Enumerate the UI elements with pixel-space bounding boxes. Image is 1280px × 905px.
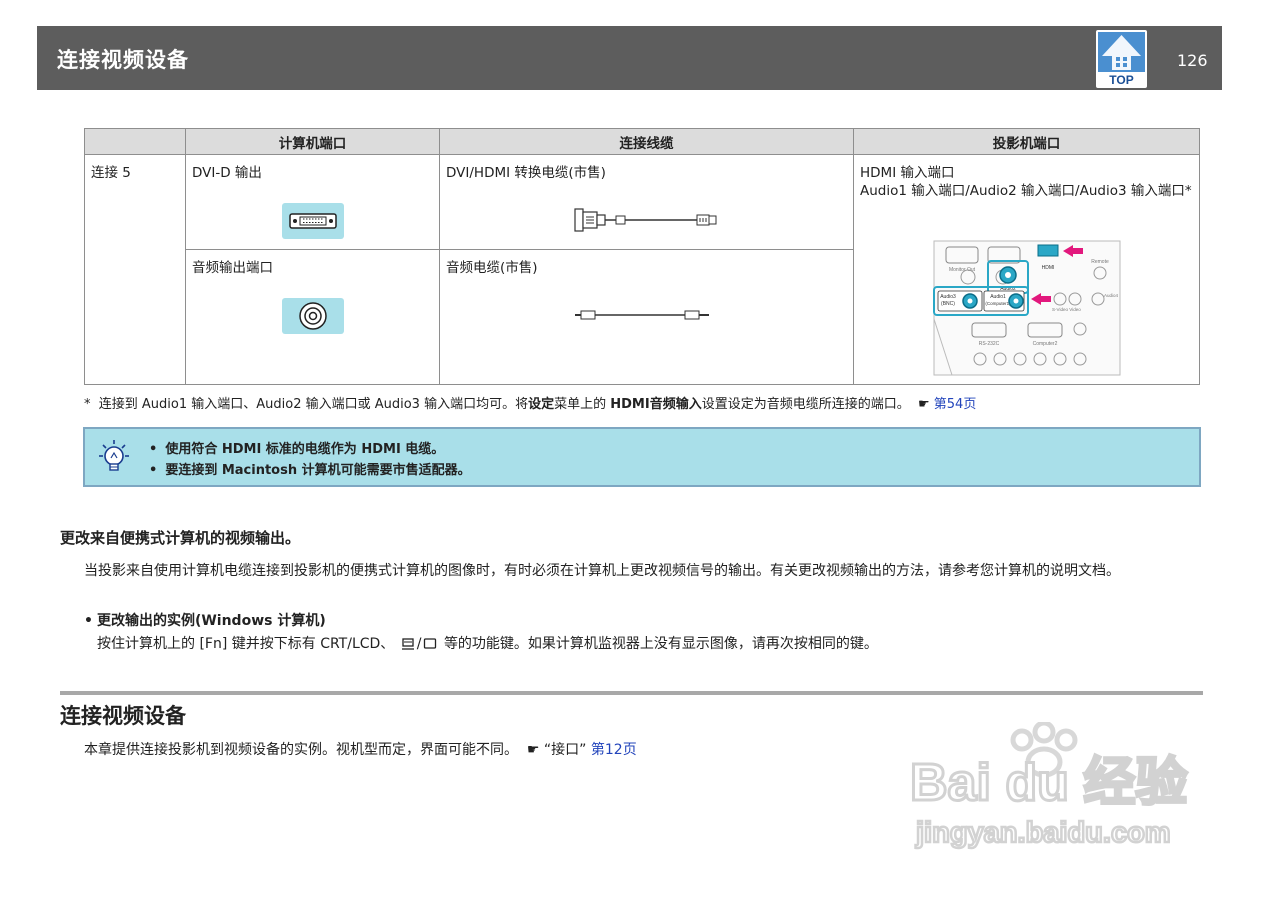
- pointer-icon: ☛: [917, 397, 930, 412]
- header-bar: 连接视频设备 TOP 126: [37, 26, 1222, 90]
- laptop-key-icon: [401, 638, 414, 650]
- tip-list: 使用符合 HDMI 标准的电缆作为 HDMI 电缆。 要连接到 Macintos…: [149, 438, 471, 480]
- monitor-key-icon: [424, 638, 437, 649]
- cable-dvi-hdmi-label: DVI/HDMI 转换电缆(市售): [446, 165, 606, 181]
- projector-audio-label: Audio1 输入端口/Audio2 输入端口/Audio3 输入端口*: [860, 183, 1192, 199]
- page-link[interactable]: 第12页: [591, 742, 637, 758]
- table-header: 计算机端口: [185, 128, 440, 155]
- panel-monitor-out-label: Monitor Out: [949, 267, 976, 273]
- panel-bnc-label: (BNC): [941, 301, 955, 307]
- chapter-intro: 本章提供连接投影机到视频设备的实例。视机型而定，界面可能不同。 ☛ “接口” 第…: [84, 739, 637, 759]
- bullet-title: 更改输出的实例(Windows 计算机): [84, 610, 326, 630]
- panel-computer2-label: Computer2: [1033, 341, 1058, 347]
- audio-cable-cell: 音频电缆(市售): [439, 249, 854, 385]
- panel-rs232c-label: RS-232C: [979, 341, 1000, 347]
- panel-audio4-label: Audio4: [1104, 293, 1119, 298]
- chapter-ref: “接口”: [543, 742, 587, 758]
- lightbulb-tip-icon: [99, 440, 129, 471]
- audio-cable-icon: [575, 310, 709, 320]
- page-link[interactable]: 第54页: [934, 397, 977, 412]
- row-label-cell: 连接 5: [84, 154, 186, 385]
- footnote-star: *: [84, 397, 91, 412]
- page-number: 126: [1177, 51, 1208, 70]
- panel-remote-label: Remote: [1091, 259, 1109, 265]
- page-title: 连接视频设备: [57, 48, 189, 72]
- pc-port-audio-label: 音频输出端口: [192, 260, 273, 276]
- top-icon: TOP: [1096, 30, 1147, 88]
- dvi-hdmi-cable-icon: [574, 208, 717, 232]
- footnote: * 连接到 Audio1 输入端口、Audio2 输入端口或 Audio3 输入…: [84, 393, 976, 412]
- section-paragraph: 当投影来自使用计算机电缆连接到投影机的便携式计算机的图像时，有时必须在计算机上更…: [84, 563, 1120, 579]
- panel-hdmi-label: HDMI: [1042, 265, 1055, 271]
- top-button[interactable]: TOP: [1096, 30, 1147, 88]
- connection-table: 计算机端口 连接线缆 投影机端口 连接 5 DVI-D 输出 DVI/HDMI …: [84, 128, 1200, 385]
- panel-audio1-label: Audio1: [990, 294, 1006, 300]
- panel-computer1-label: (Computer1): [985, 301, 1011, 306]
- projector-port-cell: HDMI 输入端口 Audio1 输入端口/Audio2 输入端口/Audio3…: [853, 154, 1200, 385]
- footnote-bold-setting: 设定: [528, 397, 555, 412]
- cable-cell: DVI/HDMI 转换电缆(市售): [439, 154, 854, 250]
- list-item: 使用符合 HDMI 标准的电缆作为 HDMI 电缆。: [149, 438, 471, 459]
- baidu-watermark: Bai du 经验 jingyan.baidu.com: [909, 722, 1189, 850]
- pc-port-cell: DVI-D 输出: [185, 154, 440, 250]
- bullet-body: 按住计算机上的 [Fn] 键并按下标有 CRT/LCD、 / 等的功能键。如果计…: [97, 633, 878, 653]
- section-heading: 更改来自便携式计算机的视频输出。: [60, 529, 301, 547]
- dvi-port-icon: [282, 203, 344, 239]
- footnote-text: 连接到 Audio1 输入端口、Audio2 输入端口或 Audio3 输入端口…: [98, 397, 529, 412]
- watermark-url: jingyan.baidu.com: [915, 817, 1171, 849]
- footnote-bold-hdmi-audio: HDMI音频输入: [610, 397, 702, 412]
- tip-box: 使用符合 HDMI 标准的电缆作为 HDMI 电缆。 要连接到 Macintos…: [83, 427, 1201, 487]
- row-label: 连接 5: [91, 165, 131, 181]
- bullet-body-text: 按住计算机上的 [Fn] 键并按下标有 CRT/LCD、: [97, 636, 395, 652]
- table-header-row: 计算机端口 连接线缆 投影机端口: [84, 128, 1200, 155]
- table-header: 投影机端口: [853, 128, 1200, 155]
- panel-audio3-label: Audio3: [940, 294, 956, 300]
- table-header: [84, 128, 186, 155]
- cable-audio-label: 音频电缆(市售): [446, 260, 538, 276]
- panel-svideo-label: S-Video: [1052, 307, 1068, 312]
- bullet-body-text: 等的功能键。如果计算机监视器上没有显示图像，请再次按相同的键。: [443, 636, 878, 652]
- projector-panel-illustration: Monitor Out HDMI Remote Audio2 Audio3 (B…: [933, 240, 1121, 376]
- top-label: TOP: [1109, 73, 1133, 87]
- footnote-text: 菜单上的: [554, 397, 611, 412]
- pointer-icon: ☛: [526, 742, 540, 758]
- audio-port-icon: [282, 298, 344, 334]
- footnote-text: 设置设定为音频电缆所连接的端口。: [701, 397, 910, 412]
- list-item: 要连接到 Macintosh 计算机可能需要市售适配器。: [149, 459, 470, 480]
- table-row: 连接 5 DVI-D 输出 DVI/HDMI 转换电缆(市售) HDMI 输入端…: [84, 154, 1200, 385]
- chapter-intro-text: 本章提供连接投影机到视频设备的实例。视机型而定，界面可能不同。: [84, 742, 518, 758]
- watermark-logo-text: Bai du 经验: [910, 754, 1187, 812]
- pc-audio-port-cell: 音频输出端口: [185, 249, 440, 385]
- section-divider: [60, 691, 1203, 695]
- table-header: 连接线缆: [439, 128, 854, 155]
- pc-port-dvi-label: DVI-D 输出: [192, 165, 262, 181]
- chapter-heading: 连接视频设备: [60, 704, 186, 728]
- key-separator: /: [416, 636, 422, 652]
- panel-video-label: Video: [1069, 307, 1081, 312]
- projector-hdmi-label: HDMI 输入端口: [860, 165, 955, 181]
